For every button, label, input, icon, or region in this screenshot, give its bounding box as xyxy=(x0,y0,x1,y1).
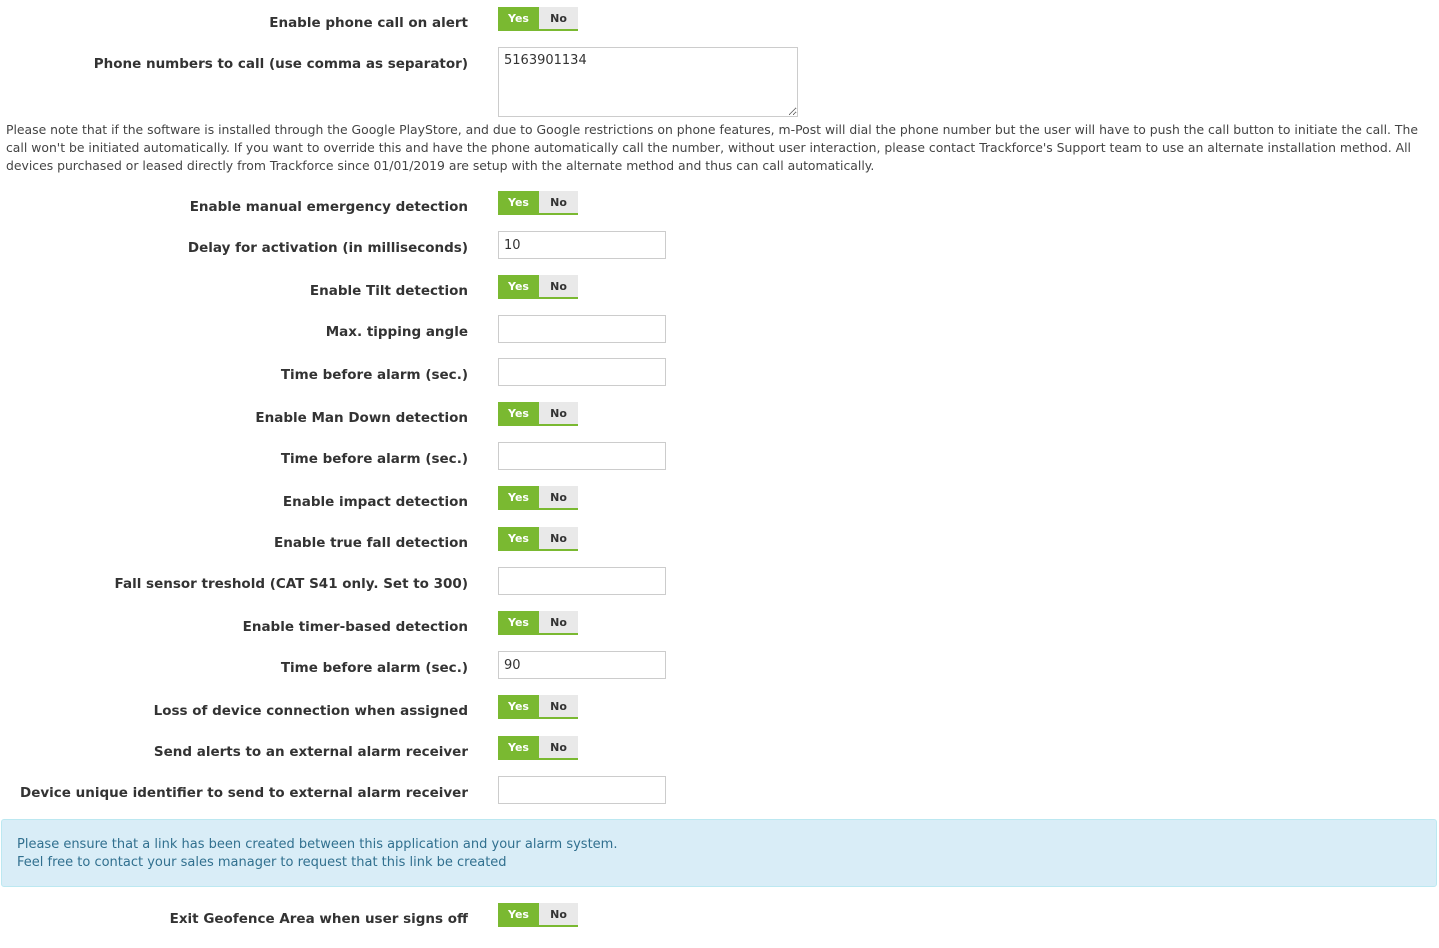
toggle-no[interactable]: No xyxy=(539,903,578,925)
activation-delay-input[interactable] xyxy=(498,231,666,259)
external-receiver-toggle[interactable]: Yes No xyxy=(498,736,578,760)
timer-time-label: Time before alarm (sec.) xyxy=(280,660,468,676)
manual-emergency-label: Enable manual emergency detection xyxy=(189,199,468,215)
tilt-time-label: Time before alarm (sec.) xyxy=(280,367,468,383)
toggle-yes[interactable]: Yes xyxy=(498,486,539,508)
exit-geofence-toggle[interactable]: Yes No xyxy=(498,903,578,927)
man-down-time-label: Time before alarm (sec.) xyxy=(280,451,468,467)
toggle-no[interactable]: No xyxy=(539,275,578,297)
toggle-no[interactable]: No xyxy=(539,736,578,758)
device-identifier-label: Device unique identifier to send to exte… xyxy=(20,785,468,801)
tilt-toggle[interactable]: Yes No xyxy=(498,275,578,299)
info-line-1: Please ensure that a link has been creat… xyxy=(17,837,618,852)
timer-based-label: Enable timer-based detection xyxy=(242,619,468,635)
device-identifier-input[interactable] xyxy=(498,776,666,804)
true-fall-toggle[interactable]: Yes No xyxy=(498,527,578,551)
fall-threshold-label: Fall sensor treshold (CAT S41 only. Set … xyxy=(114,576,468,592)
tilt-label: Enable Tilt detection xyxy=(309,283,468,299)
toggle-no[interactable]: No xyxy=(539,191,578,213)
manual-emergency-toggle[interactable]: Yes No xyxy=(498,191,578,215)
man-down-time-input[interactable] xyxy=(498,442,666,470)
timer-based-toggle[interactable]: Yes No xyxy=(498,611,578,635)
toggle-yes[interactable]: Yes xyxy=(498,191,539,213)
impact-toggle[interactable]: Yes No xyxy=(498,486,578,510)
loss-connection-toggle[interactable]: Yes No xyxy=(498,695,578,719)
fall-threshold-input[interactable] xyxy=(498,567,666,595)
toggle-yes[interactable]: Yes xyxy=(498,275,539,297)
toggle-no[interactable]: No xyxy=(539,695,578,717)
timer-time-input[interactable] xyxy=(498,651,666,679)
toggle-no[interactable]: No xyxy=(539,486,578,508)
info-line-2: Feel free to contact your sales manager … xyxy=(17,855,507,870)
true-fall-label: Enable true fall detection xyxy=(273,535,468,551)
tipping-angle-input[interactable] xyxy=(498,315,666,343)
loss-connection-label: Loss of device connection when assigned xyxy=(153,703,468,719)
toggle-yes[interactable]: Yes xyxy=(498,402,539,424)
external-receiver-label: Send alerts to an external alarm receive… xyxy=(153,744,468,760)
man-down-toggle[interactable]: Yes No xyxy=(498,402,578,426)
playstore-note: Please note that if the software is inst… xyxy=(6,122,1418,173)
man-down-label: Enable Man Down detection xyxy=(255,410,468,426)
tipping-angle-label: Max. tipping angle xyxy=(325,324,468,340)
toggle-no[interactable]: No xyxy=(539,7,578,29)
toggle-no[interactable]: No xyxy=(539,402,578,424)
phone-numbers-textarea[interactable]: 5163901134 xyxy=(498,47,798,117)
toggle-no[interactable]: No xyxy=(539,611,578,633)
phone-call-toggle[interactable]: Yes No xyxy=(498,7,578,31)
toggle-no[interactable]: No xyxy=(539,527,578,549)
impact-label: Enable impact detection xyxy=(282,494,468,510)
toggle-yes[interactable]: Yes xyxy=(498,611,539,633)
toggle-yes[interactable]: Yes xyxy=(498,527,539,549)
toggle-yes[interactable]: Yes xyxy=(498,903,539,925)
phone-numbers-label: Phone numbers to call (use comma as sepa… xyxy=(93,56,468,72)
phone-call-label: Enable phone call on alert xyxy=(269,15,468,31)
activation-delay-label: Delay for activation (in milliseconds) xyxy=(187,240,468,256)
info-alert: Please ensure that a link has been creat… xyxy=(1,819,1437,887)
toggle-yes[interactable]: Yes xyxy=(498,7,539,29)
tilt-time-input[interactable] xyxy=(498,358,666,386)
toggle-yes[interactable]: Yes xyxy=(498,695,539,717)
exit-geofence-label: Exit Geofence Area when user signs off xyxy=(169,911,468,927)
toggle-yes[interactable]: Yes xyxy=(498,736,539,758)
